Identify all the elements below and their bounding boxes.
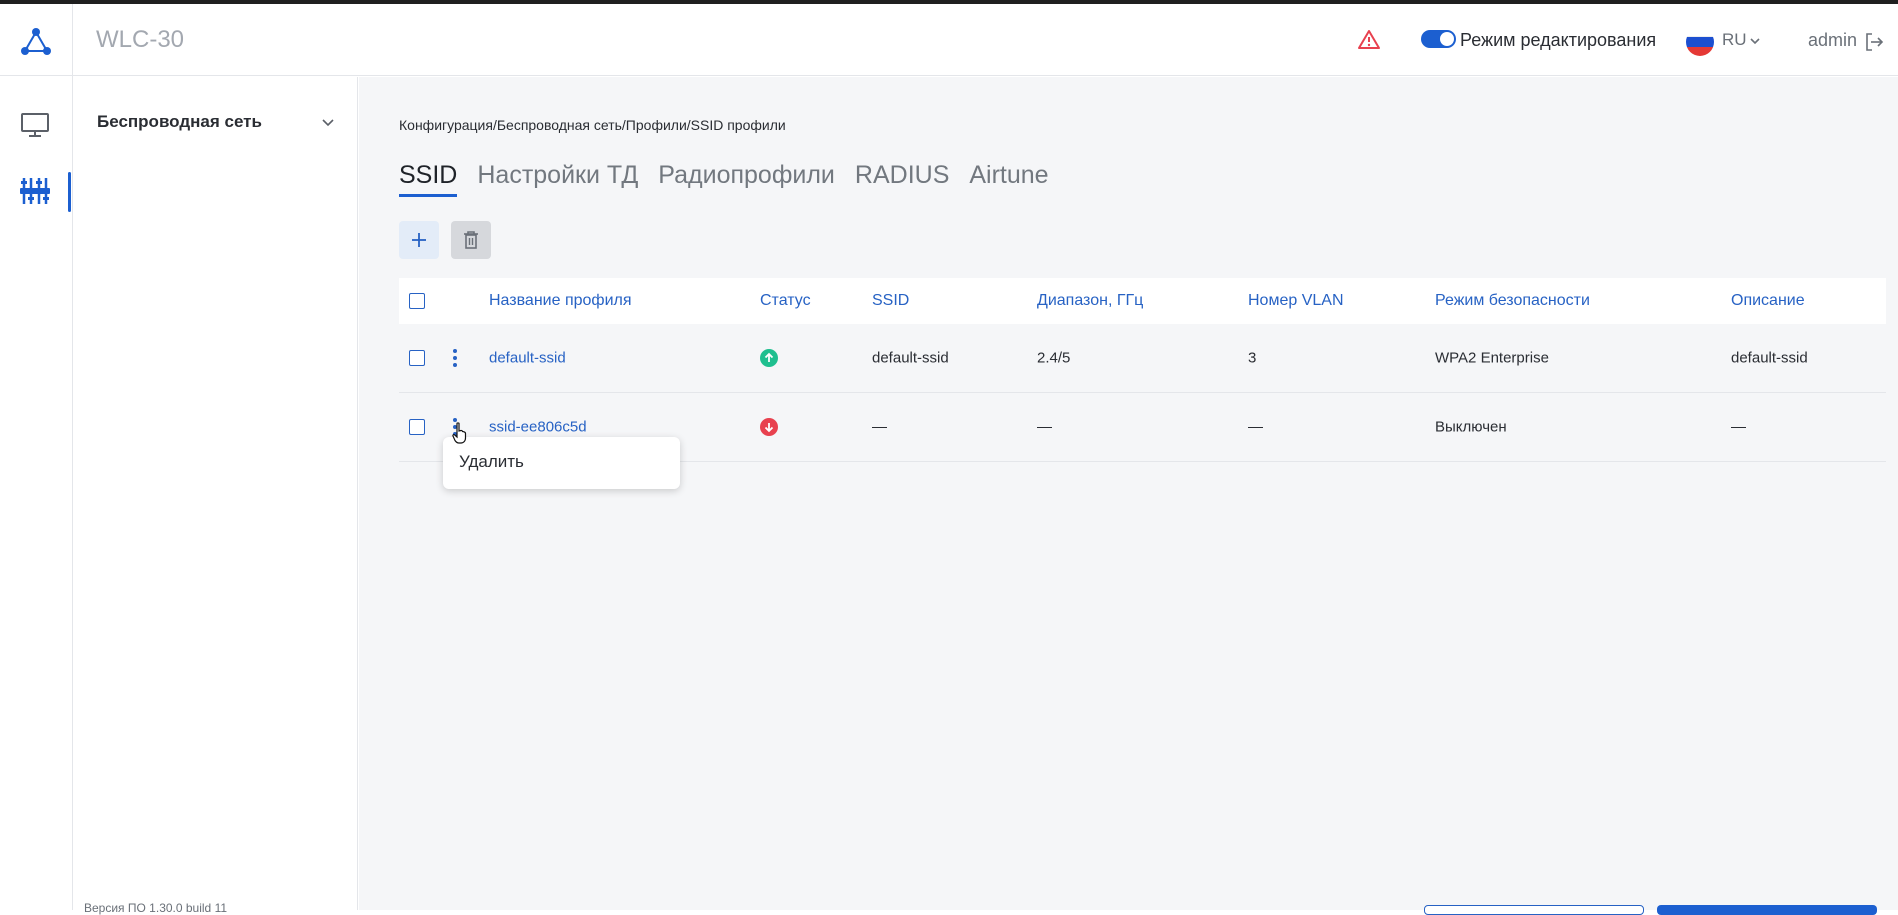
cell-security: Выключен <box>1435 418 1507 436</box>
profile-name-link[interactable]: default-ssid <box>489 350 566 367</box>
app-title: WLC-30 <box>96 26 185 53</box>
cell-security: WPA2 Enterprise <box>1435 349 1549 367</box>
cell-vlan: — <box>1248 418 1263 436</box>
header-vlan[interactable]: Номер VLAN <box>1248 292 1344 310</box>
cell-band: 2.4/5 <box>1037 349 1071 367</box>
table-header: Название профиля Статус SSID Диапазон, Г… <box>399 278 1886 324</box>
cancel-button[interactable] <box>1424 905 1644 915</box>
chevron-down-icon[interactable] <box>320 115 336 131</box>
tab-ssid[interactable]: SSID <box>399 161 458 197</box>
context-menu-delete[interactable]: Удалить <box>459 452 524 472</box>
kebab-menu-icon[interactable] <box>451 348 459 368</box>
row-checkbox[interactable] <box>409 419 425 435</box>
header-description[interactable]: Описание <box>1731 292 1805 310</box>
select-all-checkbox[interactable] <box>409 293 425 309</box>
delete-profile-button[interactable] <box>451 221 491 259</box>
tab-bar: SSID Настройки ТД Радиопрофили RADIUS Ai… <box>399 161 1049 197</box>
table-row[interactable]: default-ssid default-ssid 2.4/5 3 WPA2 E… <box>399 324 1886 393</box>
header-security[interactable]: Режим безопасности <box>1435 292 1590 310</box>
sidebar: Беспроводная сеть Версия ПО 1.30.0 build… <box>73 77 358 915</box>
plus-icon <box>412 233 426 247</box>
chevron-down-icon[interactable] <box>1748 34 1762 48</box>
toggle-knob <box>1440 32 1454 46</box>
ssid-profiles-table: Название профиля Статус SSID Диапазон, Г… <box>399 278 1886 462</box>
header-profile-name[interactable]: Название профиля <box>489 292 632 310</box>
warning-icon[interactable] <box>1357 28 1381 52</box>
header-status[interactable]: Статус <box>760 292 811 310</box>
configuration-sliders-icon[interactable] <box>19 175 51 207</box>
cell-ssid: default-ssid <box>872 349 949 367</box>
tab-ap-settings[interactable]: Настройки ТД <box>477 161 638 197</box>
user-name: admin <box>1808 30 1858 50</box>
russia-flag-icon[interactable] <box>1686 28 1714 56</box>
row-context-menu: Удалить <box>443 437 680 489</box>
main-content: Конфигурация/Беспроводная сеть/Профили/S… <box>359 77 1898 910</box>
apply-button[interactable] <box>1657 905 1877 915</box>
rail-active-indicator <box>68 172 71 212</box>
logout-icon[interactable] <box>1863 31 1885 53</box>
cell-description: — <box>1731 418 1746 436</box>
cell-band: — <box>1037 418 1052 436</box>
cell-description: default-ssid <box>1731 349 1808 367</box>
trash-icon <box>464 231 478 249</box>
status-up-icon <box>760 349 778 367</box>
edit-mode-label: Режим редактирования <box>1460 30 1657 50</box>
header-band[interactable]: Диапазон, ГГц <box>1037 292 1143 310</box>
add-profile-button[interactable] <box>399 221 439 259</box>
language-selector[interactable]: RU <box>1722 30 1747 50</box>
hand-cursor-icon <box>452 422 467 444</box>
status-down-icon <box>760 418 778 436</box>
software-version: Версия ПО 1.30.0 build 11 <box>84 901 228 915</box>
monitor-icon[interactable] <box>19 109 51 141</box>
app-header: WLC-30 Режим редактирования RU admin <box>0 4 1898 76</box>
header-ssid[interactable]: SSID <box>872 292 909 310</box>
nav-rail <box>0 77 72 910</box>
tab-radius[interactable]: RADIUS <box>855 161 949 197</box>
app-logo-icon[interactable] <box>18 24 54 60</box>
sidebar-section-wireless[interactable]: Беспроводная сеть <box>97 112 262 132</box>
cell-ssid: — <box>872 418 887 436</box>
profile-name-link[interactable]: ssid-ee806c5d <box>489 419 587 436</box>
cell-vlan: 3 <box>1248 349 1257 367</box>
tab-radio-profiles[interactable]: Радиопрофили <box>658 161 835 197</box>
breadcrumb: Конфигурация/Беспроводная сеть/Профили/S… <box>399 117 786 133</box>
edit-mode-toggle[interactable] <box>1421 30 1456 48</box>
tab-airtune[interactable]: Airtune <box>969 161 1048 197</box>
row-checkbox[interactable] <box>409 350 425 366</box>
